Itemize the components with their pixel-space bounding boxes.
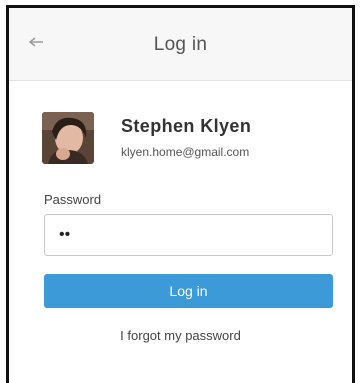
password-field[interactable]: [44, 214, 333, 256]
forgot-password-link[interactable]: I forgot my password: [9, 328, 352, 343]
password-label: Password: [44, 192, 102, 207]
dialog-header: Log in: [9, 8, 352, 81]
login-button[interactable]: Log in: [44, 274, 333, 308]
page-title: Log in: [153, 34, 208, 55]
login-dialog: Log in Stephen Klyen klyen.home@gmail.co…: [6, 5, 355, 383]
avatar: [42, 112, 94, 164]
user-name: Stephen Klyen: [121, 116, 252, 136]
user-email: klyen.home@gmail.com: [121, 145, 250, 159]
